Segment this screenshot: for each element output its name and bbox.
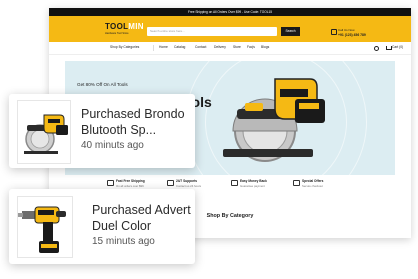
- feature-subtitle: On all orders over $99: [116, 184, 144, 188]
- nav-shop-by-categories[interactable]: Shop By Categories: [110, 45, 139, 50]
- search-placeholder: Search entire store here...: [150, 29, 185, 33]
- logo-tagline: Hardware Tool Store: [105, 32, 129, 35]
- purchase-notification-card[interactable]: Purchased Advert Duel Color 15 minuts ag…: [9, 189, 195, 264]
- shipping-icon: [107, 180, 114, 186]
- notification-time: 15 minuts ago: [92, 236, 155, 247]
- product-thumbnail: [17, 196, 73, 258]
- feature-subtitle: Secure checkout: [302, 184, 323, 188]
- feature-title: Easy Money Back: [240, 179, 267, 183]
- search-button[interactable]: Search: [281, 27, 300, 36]
- cart-label[interactable]: Cart (0): [392, 45, 403, 50]
- notification-time: 40 minuts ago: [81, 140, 144, 151]
- money-back-icon: [231, 180, 238, 186]
- circular-saw-icon: [24, 114, 68, 154]
- phone-number: +91 (123) 456 789: [338, 33, 366, 37]
- logo-main-text: TOOL: [105, 22, 129, 31]
- nav-item-contact[interactable]: Contact: [195, 45, 206, 50]
- circular-saw-image: [223, 78, 325, 162]
- feature-title: Fast Free Shipping: [116, 179, 145, 183]
- offer-icon: [293, 180, 300, 186]
- phone-icon: [331, 29, 337, 35]
- site-header: TOOLMIN Hardware Tool Store Search entir…: [49, 16, 411, 42]
- feature-subtitle: Guarantee payment: [240, 184, 265, 188]
- feature-title: 24/7 Supports: [176, 179, 198, 183]
- support-icon: [167, 180, 174, 186]
- nav-item-blogs[interactable]: Blogs: [261, 45, 269, 50]
- nav-item-catalog[interactable]: Catalog: [174, 45, 185, 50]
- feature-title: Special Offers: [302, 179, 324, 183]
- feature-subtitle: Contact us 24 hours: [176, 184, 202, 188]
- nav-item-delivery[interactable]: Delivery: [214, 45, 226, 50]
- purchase-notification-card[interactable]: Purchased Brondo Blutooth Sp... 40 minut…: [9, 94, 195, 168]
- user-icon[interactable]: [374, 46, 379, 51]
- hero-offer-text: Get 80% Off On All Tools: [77, 82, 128, 87]
- nav-divider: [153, 45, 154, 51]
- nav-item-faqs[interactable]: Faq's: [247, 45, 255, 50]
- product-thumbnail: [17, 100, 71, 164]
- nav-item-store[interactable]: Store: [233, 45, 241, 50]
- nav-item-home[interactable]: Home: [159, 45, 168, 50]
- main-navbar: [49, 42, 411, 55]
- logo-accent-text: MIN: [128, 22, 144, 31]
- promo-topbar: Free Shipping on All Orders Over $99 - U…: [49, 8, 411, 16]
- notification-title: Purchased Advert Duel Color: [92, 203, 191, 233]
- drill-icon: [18, 206, 66, 253]
- site-logo[interactable]: TOOLMIN: [105, 22, 144, 31]
- call-label: Call Us Now: [338, 28, 355, 32]
- notification-title: Purchased Brondo Blutooth Sp...: [81, 107, 185, 137]
